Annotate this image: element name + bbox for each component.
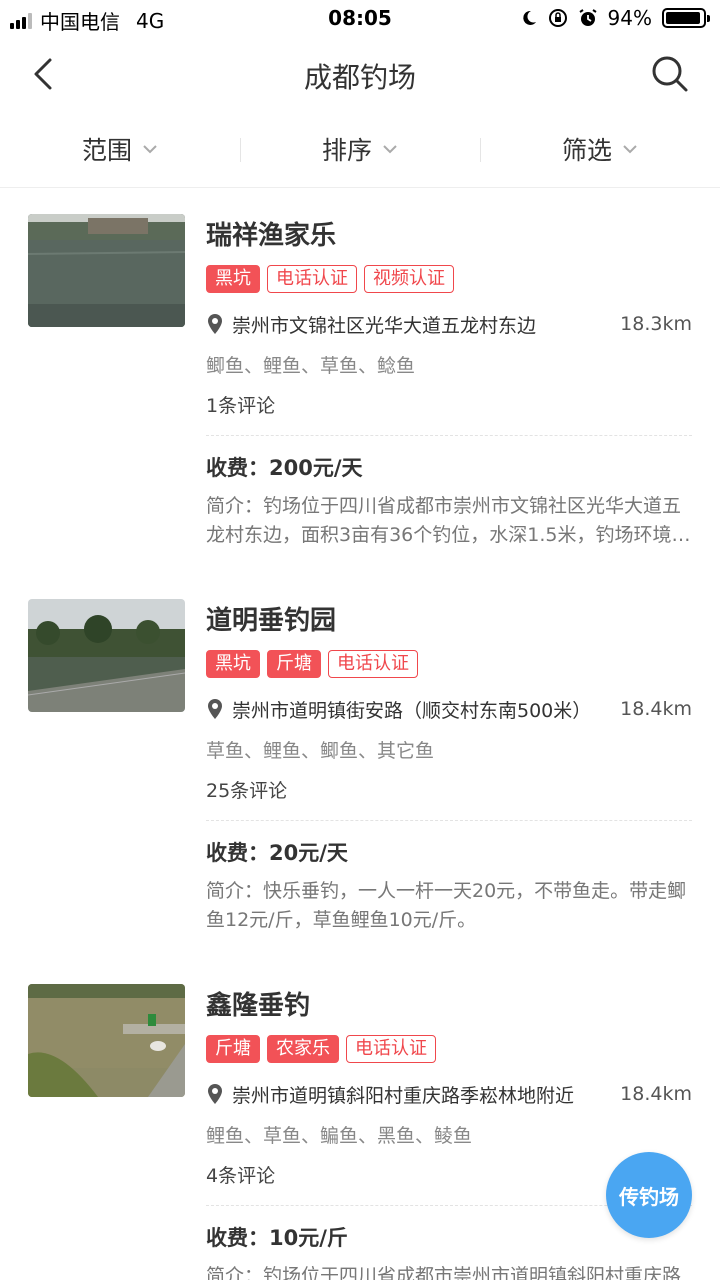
spot-info: 道明垂钓园 黑坑 斤塘 电话认证 崇州市道明镇街安路（顺交村东南500米） 18… <box>206 601 692 935</box>
alarm-icon <box>578 9 597 26</box>
filter-sort[interactable]: 排序 <box>240 110 480 187</box>
filter-range[interactable]: 范围 <box>0 110 240 187</box>
filter-screen[interactable]: 筛选 <box>480 110 720 187</box>
spot-review-count[interactable]: 25条评论 <box>206 776 692 806</box>
spot-distance: 18.4km <box>620 698 692 720</box>
spot-name: 瑞祥渔家乐 <box>206 221 337 251</box>
spot-fish-types: 鲫鱼、鲤鱼、草鱼、鲶鱼 <box>206 355 416 377</box>
spot-distance: 18.4km <box>620 1083 692 1105</box>
status-right: 94% <box>520 6 710 30</box>
spot-thumbnail <box>28 599 185 712</box>
status-bar: 中国电信 4G 08:05 94% <box>0 0 720 38</box>
chevron-left-icon <box>34 58 52 90</box>
spot-tags: 黑坑 电话认证 视频认证 <box>206 265 692 295</box>
spot-address: 崇州市文锦社区光华大道五龙村东边 <box>232 314 537 337</box>
location-pin-icon <box>208 699 222 719</box>
pond-photo <box>28 984 185 1097</box>
tag-badge: 斤塘 <box>267 650 321 678</box>
tag-badge: 农家乐 <box>267 1035 339 1063</box>
spot-list: 瑞祥渔家乐 黑坑 电话认证 视频认证 崇州市文锦社区光华大道五龙村东边 18.3… <box>0 188 720 1280</box>
pond-photo <box>28 214 185 327</box>
location-pin-icon <box>208 314 222 334</box>
spot-distance: 18.3km <box>620 313 692 335</box>
back-button[interactable] <box>22 52 66 96</box>
spot-card[interactable]: 道明垂钓园 黑坑 斤塘 电话认证 崇州市道明镇街安路（顺交村东南500米） 18… <box>0 573 720 958</box>
address-row: 崇州市道明镇街安路（顺交村东南500米） 18.4km <box>206 692 692 726</box>
filter-label: 范围 <box>81 135 132 165</box>
chevron-down-icon <box>623 144 637 153</box>
spot-tags: 黑坑 斤塘 电话认证 <box>206 650 692 680</box>
address-row: 崇州市文锦社区光华大道五龙村东边 18.3km <box>206 307 692 341</box>
tag-badge: 电话认证 <box>346 1035 436 1063</box>
spot-fee: 收费：20元/天 <box>206 841 348 865</box>
filter-label: 筛选 <box>561 135 612 165</box>
battery-icon <box>662 8 710 28</box>
spot-name: 道明垂钓园 <box>206 606 337 636</box>
nav-bar: 成都钓场 <box>0 38 720 110</box>
battery-percent: 94% <box>607 6 652 30</box>
spot-name: 鑫隆垂钓 <box>206 991 311 1021</box>
tag-badge: 黑坑 <box>206 265 260 293</box>
spot-thumbnail <box>28 984 185 1097</box>
filter-label: 排序 <box>321 135 372 165</box>
tag-badge: 黑坑 <box>206 650 260 678</box>
spot-fish-types: 草鱼、鲤鱼、鲫鱼、其它鱼 <box>206 740 435 762</box>
spot-intro: 简介：快乐垂钓，一人一杆一天20元，不带鱼走。带走鲫鱼12元/斤，草鱼鲤鱼10元… <box>206 880 687 931</box>
spot-address: 崇州市道明镇街安路（顺交村东南500米） <box>232 699 592 722</box>
app-screen: 中国电信 4G 08:05 94% 成都钓场 范围 排序 筛选 瑞祥渔家乐 黑坑… <box>0 0 720 1280</box>
pond-photo <box>28 599 185 712</box>
spot-address: 崇州市道明镇斜阳村重庆路季崧林地附近 <box>232 1084 575 1107</box>
rotation-lock-icon <box>548 9 567 27</box>
spot-fish-types: 鲤鱼、草鱼、鳊鱼、黑鱼、鲮鱼 <box>206 1125 473 1147</box>
spot-info: 鑫隆垂钓 斤塘 农家乐 电话认证 崇州市道明镇斜阳村重庆路季崧林地附近 18.4… <box>206 986 692 1280</box>
upload-spot-button[interactable]: 传钓场 <box>606 1152 692 1238</box>
tag-badge: 电话认证 <box>328 650 418 678</box>
spot-fee: 收费：200元/天 <box>206 456 363 480</box>
search-button[interactable] <box>648 52 692 96</box>
spot-card[interactable]: 鑫隆垂钓 斤塘 农家乐 电话认证 崇州市道明镇斜阳村重庆路季崧林地附近 18.4… <box>0 958 720 1280</box>
tag-badge: 斤塘 <box>206 1035 260 1063</box>
tag-badge: 电话认证 <box>267 265 357 293</box>
address-row: 崇州市道明镇斜阳村重庆路季崧林地附近 18.4km <box>206 1077 692 1111</box>
moon-icon <box>522 10 536 25</box>
filter-bar: 范围 排序 筛选 <box>0 110 720 188</box>
chevron-down-icon <box>143 144 157 153</box>
divider <box>206 820 692 821</box>
location-pin-icon <box>208 1084 222 1104</box>
search-icon <box>652 56 688 92</box>
tag-badge: 视频认证 <box>364 265 454 293</box>
spot-review-count[interactable]: 1条评论 <box>206 391 692 421</box>
spot-intro: 简介：钓场位于四川省成都市崇州市文锦社区光华大道五龙村东边，面积3亩有36个钓位… <box>206 495 691 546</box>
spot-card[interactable]: 瑞祥渔家乐 黑坑 电话认证 视频认证 崇州市文锦社区光华大道五龙村东边 18.3… <box>0 188 720 573</box>
spot-info: 瑞祥渔家乐 黑坑 电话认证 视频认证 崇州市文锦社区光华大道五龙村东边 18.3… <box>206 216 692 550</box>
divider <box>206 435 692 436</box>
spot-thumbnail <box>28 214 185 327</box>
spot-intro: 简介：钓场位于四川省成都市崇州市道明镇斜阳村重庆路附近 <box>206 1265 682 1280</box>
page-title: 成都钓场 <box>303 61 416 94</box>
chevron-down-icon <box>383 144 397 153</box>
spot-tags: 斤塘 农家乐 电话认证 <box>206 1035 692 1065</box>
